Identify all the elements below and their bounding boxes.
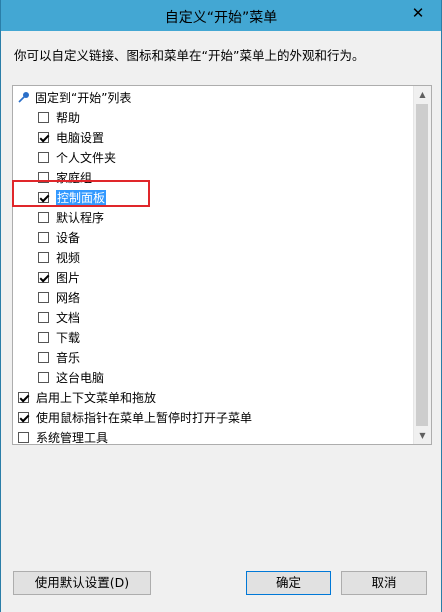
ok-button[interactable]: 确定 [246,571,331,595]
description-text: 你可以自定义链接、图标和菜单在“开始”菜单上的外观和行为。 [14,48,365,63]
vertical-scrollbar[interactable]: ▲ ▼ [413,86,431,444]
checkbox-label[interactable]: 网络 [56,288,80,308]
checkbox-label[interactable]: 系统管理工具 [36,428,108,444]
options-listbox[interactable]: 固定到“开始”列表 帮助 电脑设置 个人文件夹 家庭组 控制面板 默认程序 设备 视频 图片 网络… [12,85,432,445]
window-title: 自定义“开始”菜单 [164,10,278,26]
checkbox[interactable] [38,272,49,283]
checkbox-label[interactable]: 下载 [56,328,80,348]
customize-start-menu-dialog: 自定义“开始”菜单 ✕ 你可以自定义链接、图标和菜单在“开始”菜单上的外观和行为… [0,0,442,612]
use-default-settings-button[interactable]: 使用默认设置(D) [13,571,151,595]
checkbox[interactable] [38,152,49,163]
checkbox[interactable] [18,392,29,403]
scroll-down-arrow-icon[interactable]: ▼ [414,427,431,444]
checkbox-label[interactable]: 个人文件夹 [56,148,116,168]
checkbox-label[interactable]: 图片 [56,268,80,288]
checkbox[interactable] [38,132,49,143]
close-button[interactable]: ✕ [404,2,432,24]
checkbox[interactable] [38,332,49,343]
checkbox[interactable] [38,312,49,323]
annotation-highlight-box [12,180,150,207]
checkbox[interactable] [38,372,49,383]
checkbox-label[interactable]: 启用上下文菜单和拖放 [36,388,156,408]
checkbox-label[interactable]: 这台电脑 [56,368,104,388]
checkbox-label[interactable]: 默认程序 [56,208,104,228]
cancel-button[interactable]: 取消 [341,571,427,595]
scroll-thumb[interactable] [416,104,428,426]
checkbox[interactable] [18,412,29,423]
checkbox[interactable] [18,432,29,443]
checkbox-label[interactable]: 设备 [56,228,80,248]
checkbox-label[interactable]: 视频 [56,248,80,268]
checkbox[interactable] [38,352,49,363]
checkbox-label[interactable]: 帮助 [56,108,80,128]
title-bar[interactable]: 自定义“开始”菜单 ✕ [1,0,441,31]
checkbox-label[interactable]: 音乐 [56,348,80,368]
checkbox-label[interactable]: 使用鼠标指针在菜单上暂停时打开子菜单 [36,408,252,428]
checkbox-label[interactable]: 文档 [56,308,80,328]
checkbox[interactable] [38,212,49,223]
checkbox[interactable] [38,292,49,303]
checkbox[interactable] [38,252,49,263]
checkbox[interactable] [38,232,49,243]
checkbox-label[interactable]: 电脑设置 [56,128,104,148]
pinned-list-header-label: 固定到“开始”列表 [35,91,132,105]
pin-icon [18,92,29,103]
scroll-up-arrow-icon[interactable]: ▲ [414,86,431,103]
checkbox[interactable] [38,112,49,123]
